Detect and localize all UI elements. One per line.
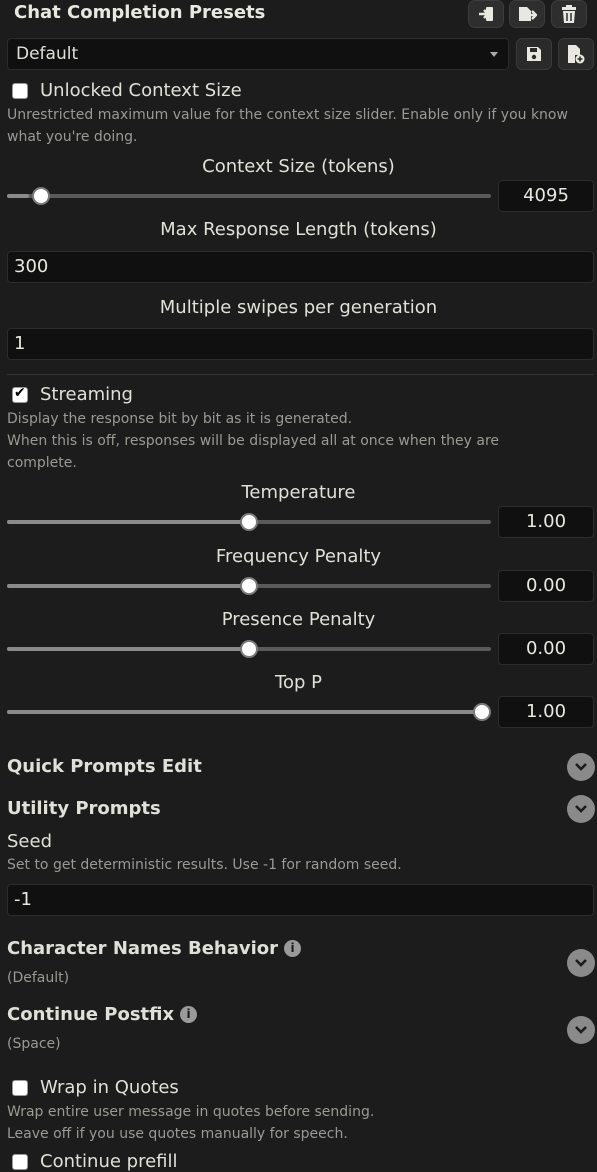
file-plus-icon [568,45,585,64]
context-size-fill [7,194,29,198]
chevron-down-icon [575,1026,587,1034]
continue-postfix-header[interactable]: Continue Postfix i [7,1004,198,1025]
delete-preset-button[interactable] [551,0,587,28]
streaming-hint-2: When this is off, responses will be disp… [7,433,500,471]
char-names-header[interactable]: Character Names Behavior i [7,938,302,959]
unlocked-context-hint: Unrestricted maximum value for the conte… [7,107,568,145]
slider-label: Presence Penalty [221,609,376,630]
export-preset-button[interactable] [509,0,545,28]
slider-value-input[interactable]: 0.00 [498,570,594,602]
slider-knob[interactable] [240,640,258,658]
save-icon [527,47,541,61]
unlocked-context-checkbox[interactable] [12,82,28,99]
char-names-toggle[interactable] [567,949,595,977]
seed-label: Seed [7,831,52,852]
wrap-quotes-hint-2: Leave off if you use quotes manually for… [7,1126,348,1142]
slider-fill [7,584,249,588]
export-icon [519,7,537,21]
slider-track[interactable] [7,710,491,714]
trash-icon [562,5,576,23]
continue-postfix-label: Continue Postfix [7,1004,175,1025]
import-icon [479,7,493,21]
unlocked-context-label: Unlocked Context Size [40,80,242,101]
continue-prefill-label: Continue prefill [40,1151,178,1172]
streaming-checkbox[interactable] [12,385,28,403]
continue-postfix-value: (Space) [7,1036,61,1052]
wrap-quotes-hint-1: Wrap entire user message in quotes befor… [7,1104,375,1120]
save-preset-button[interactable] [516,38,552,70]
utility-prompts-header[interactable]: Utility Prompts [7,798,161,819]
slider-fill [7,710,491,714]
seed-input[interactable]: -1 [7,884,594,916]
import-preset-button[interactable] [468,0,504,28]
info-icon[interactable]: i [284,940,302,957]
chevron-down-icon [490,52,498,57]
slider-knob[interactable] [240,513,258,531]
char-names-label: Character Names Behavior [7,938,279,959]
preset-select[interactable]: Default [7,38,509,70]
chevron-down-icon [575,805,587,813]
slider-value-input[interactable]: 0.00 [498,633,594,665]
wrap-quotes-checkbox[interactable] [12,1079,28,1096]
streaming-hint-1: Display the response bit by bit as it is… [7,411,353,427]
page-title: Chat Completion Presets [14,2,266,23]
max-response-label: Max Response Length (tokens) [160,219,437,240]
slider-label: Frequency Penalty [215,546,382,567]
chevron-down-icon [575,763,587,771]
slider-fill [7,520,249,524]
wrap-quotes-row[interactable]: Wrap in Quotes [12,1077,179,1098]
char-names-value: (Default) [7,970,70,986]
max-response-input[interactable]: 300 [7,251,594,283]
continue-prefill-checkbox[interactable] [12,1153,28,1170]
continue-postfix-toggle[interactable] [567,1016,595,1044]
quick-prompts-header[interactable]: Quick Prompts Edit [7,756,202,777]
quick-prompts-toggle[interactable] [567,753,595,781]
swipes-label: Multiple swipes per generation [159,297,438,318]
context-size-knob[interactable] [31,187,50,205]
streaming-row[interactable]: Streaming [12,384,133,405]
slider-label: Temperature [241,482,356,503]
utility-prompts-toggle[interactable] [567,795,595,823]
context-size-slider[interactable] [7,194,491,198]
chevron-down-icon [575,959,587,967]
continue-prefill-row[interactable]: Continue prefill [12,1151,178,1172]
slider-knob[interactable] [240,577,258,595]
wrap-quotes-label: Wrap in Quotes [40,1077,179,1098]
context-size-input[interactable]: 4095 [498,180,594,212]
slider-fill [7,647,249,651]
divider [7,374,594,375]
preset-selected-value: Default [16,44,79,64]
context-size-label: Context Size (tokens) [202,156,395,177]
slider-knob[interactable] [473,703,491,721]
unlocked-context-row[interactable]: Unlocked Context Size [12,80,242,101]
info-icon[interactable]: i [180,1006,198,1023]
slider-value-input[interactable]: 1.00 [498,696,594,728]
swipes-input[interactable]: 1 [7,328,594,360]
slider-label: Top P [275,672,322,693]
slider-value-input[interactable]: 1.00 [498,506,594,538]
seed-hint: Set to get deterministic results. Use -1… [7,857,402,873]
new-preset-button[interactable] [558,38,594,70]
streaming-label: Streaming [40,384,133,405]
